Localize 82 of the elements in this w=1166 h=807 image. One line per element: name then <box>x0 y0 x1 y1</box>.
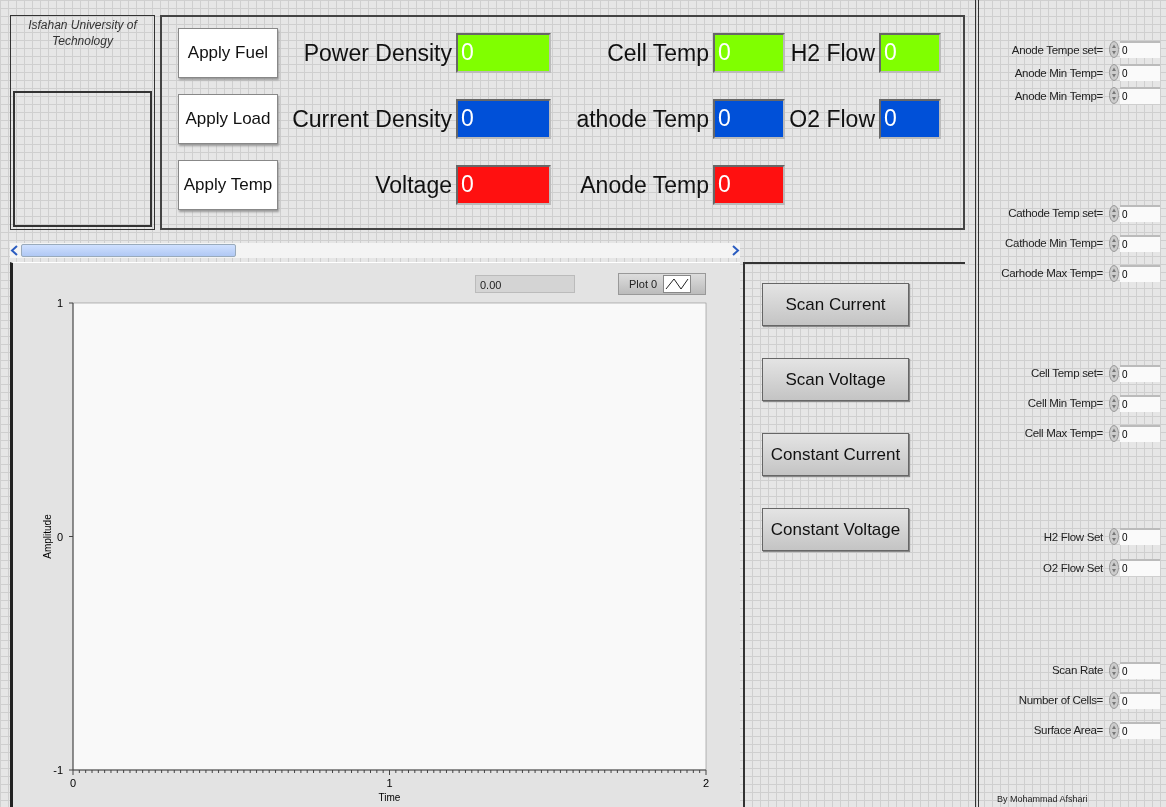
spinner-icon[interactable] <box>1109 661 1119 679</box>
setting-label: Anode Tempe set= <box>1011 43 1103 56</box>
setting-input[interactable]: 0 <box>1120 528 1160 545</box>
setting-input[interactable]: 0 <box>1120 234 1160 252</box>
indicator-label: Power Density <box>303 39 453 67</box>
mode-button[interactable]: Constant Current <box>762 433 909 476</box>
y-tick-label: 1 <box>56 297 63 309</box>
scroll-right-icon[interactable] <box>731 244 740 257</box>
indicator-display: 0 <box>879 33 941 73</box>
setting-label: Scan Rate <box>1052 664 1103 676</box>
indicator-label: athode Temp <box>576 105 710 133</box>
indicator-display: 0 <box>456 99 551 139</box>
indicator-label: Current Density <box>292 105 453 133</box>
legend-label: Plot 0 <box>629 278 658 290</box>
spinner-icon[interactable] <box>1109 691 1119 709</box>
plot-legend[interactable]: Plot 0 <box>618 273 706 295</box>
spinner-icon[interactable] <box>1109 559 1119 576</box>
setting-label: Anode Min Temp= <box>1014 89 1103 102</box>
setting-label: Carhode Max Temp= <box>1001 267 1103 279</box>
apply-button[interactable]: Apply Temp <box>178 160 278 210</box>
setting-label: Cell Min Temp= <box>1027 397 1103 409</box>
spinner-icon[interactable] <box>1109 87 1119 104</box>
mode-button[interactable]: Scan Current <box>762 283 909 326</box>
x-tick-label: 2 <box>702 777 710 789</box>
cursor-readout: 0.00 <box>475 275 575 293</box>
setting-input[interactable]: 0 <box>1120 559 1160 576</box>
y-tick-label: 0 <box>56 530 63 543</box>
spinner-icon[interactable] <box>1109 394 1119 412</box>
setting-label: Cathode Min Temp= <box>1005 237 1103 249</box>
setting-input[interactable]: 0 <box>1120 204 1160 222</box>
setting-label: O2 Flow Set <box>1043 561 1103 574</box>
apply-button[interactable]: Apply Load <box>178 94 278 144</box>
spinner-icon[interactable] <box>1109 264 1119 282</box>
spinner-icon[interactable] <box>1109 41 1119 58</box>
apply-button[interactable]: Apply Fuel <box>178 28 278 78</box>
setting-label: Cell Temp set= <box>1031 367 1103 379</box>
indicator-display: 0 <box>456 33 551 73</box>
setting-input[interactable]: 0 <box>1120 87 1160 104</box>
indicator-label: Cell Temp <box>607 39 710 67</box>
setting-input[interactable]: 0 <box>1120 424 1160 442</box>
setting-label: Number of Cells= <box>1018 694 1103 706</box>
mode-button[interactable]: Constant Voltage <box>762 508 909 551</box>
scroll-left-icon[interactable] <box>10 244 19 257</box>
setting-label: Anode Min Temp= <box>1014 66 1103 79</box>
indicator-label: Anode Temp <box>580 171 710 199</box>
indicator-display: 0 <box>713 99 785 139</box>
author-credit: By Mohammad Afshari <box>996 794 1089 806</box>
mode-button[interactable]: Scan Voltage <box>762 358 909 401</box>
spinner-icon[interactable] <box>1109 721 1119 739</box>
setting-input[interactable]: 0 <box>1120 394 1160 412</box>
spinner-icon[interactable] <box>1109 64 1119 81</box>
spinner-icon[interactable] <box>1109 424 1119 442</box>
setting-input[interactable]: 0 <box>1120 661 1160 679</box>
setting-input[interactable]: 0 <box>1120 691 1160 709</box>
setting-input[interactable]: 0 <box>1120 721 1160 739</box>
setting-input[interactable]: 0 <box>1120 41 1160 58</box>
x-axis-title: Time <box>378 792 401 803</box>
setting-label: Cell Max Temp= <box>1024 427 1103 439</box>
spinner-icon[interactable] <box>1109 234 1119 252</box>
y-tick-label: -1 <box>53 764 63 776</box>
setting-label: Cathode Temp set= <box>1008 207 1103 219</box>
indicator-display: 0 <box>456 165 551 205</box>
indicator-label: Voltage <box>375 171 453 199</box>
x-tick-label: 1 <box>386 777 393 789</box>
indicator-label: O2 Flow <box>789 105 876 133</box>
spinner-icon[interactable] <box>1109 204 1119 222</box>
setting-input[interactable]: 0 <box>1120 364 1160 382</box>
y-axis-title: Amplitude <box>42 514 53 559</box>
line-style-icon <box>663 275 692 293</box>
setting-input[interactable]: 0 <box>1120 264 1160 282</box>
university-title: Isfahan University of Technology <box>27 17 139 49</box>
setting-label: H2 Flow Set <box>1043 530 1103 543</box>
setting-input[interactable]: 0 <box>1120 64 1160 81</box>
indicator-display: 0 <box>713 165 785 205</box>
spinner-icon[interactable] <box>1109 364 1119 382</box>
setting-label: Surface Area= <box>1033 724 1103 736</box>
x-tick-label: 0 <box>69 777 77 789</box>
spinner-icon[interactable] <box>1109 528 1119 545</box>
indicator-display: 0 <box>713 33 785 73</box>
scrollbar-thumb[interactable] <box>21 244 236 257</box>
indicator-label: H2 Flow <box>790 39 876 67</box>
indicator-display: 0 <box>879 99 941 139</box>
